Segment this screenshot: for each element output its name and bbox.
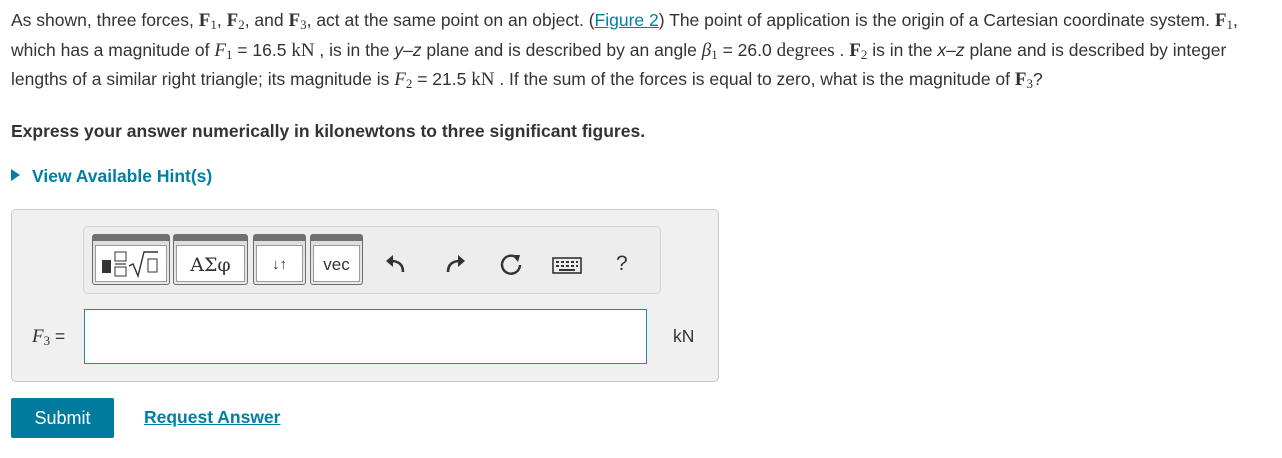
axis-letter: x bbox=[937, 39, 947, 60]
fraction-sqrt-icon bbox=[102, 251, 158, 279]
vector-button[interactable]: vec bbox=[310, 234, 363, 285]
problem-text: As shown, three forces, F1, F2, and F3, … bbox=[11, 8, 1273, 97]
unit-text: degrees bbox=[776, 39, 835, 61]
problem-text-segment: . If the sum of the forces is equal to z… bbox=[494, 69, 1015, 89]
problem-text-segment: , is in the bbox=[314, 39, 395, 60]
problem-text-segment: As shown, three forces, bbox=[11, 10, 199, 30]
force-symbol: F1 bbox=[198, 10, 217, 32]
problem-text-segment: = 21.5 bbox=[412, 69, 472, 89]
problem-text-segment: – bbox=[946, 39, 956, 60]
arrows-button[interactable]: ↓↑ bbox=[253, 234, 306, 285]
problem-text-segment: , act at the same point on an object. ( bbox=[306, 10, 595, 30]
help-button[interactable]: ? bbox=[616, 252, 628, 276]
redo-icon[interactable] bbox=[442, 252, 468, 278]
angle-symbol: β1 bbox=[701, 39, 718, 62]
request-answer-link[interactable]: Request Answer bbox=[144, 407, 280, 428]
undo-icon[interactable] bbox=[383, 252, 409, 278]
problem-text-segment: = 16.5 bbox=[232, 39, 292, 60]
hints-label: View Available Hint(s) bbox=[32, 166, 213, 186]
equals-sign: = bbox=[50, 326, 66, 346]
force-symbol: F3 bbox=[288, 10, 307, 32]
answer-label: F3 = bbox=[32, 326, 65, 349]
answer-input[interactable] bbox=[84, 309, 647, 364]
submit-button[interactable]: Submit bbox=[11, 398, 114, 438]
greek-symbols-button-face: ΑΣφ bbox=[176, 245, 245, 282]
problem-text-segment: , bbox=[216, 10, 227, 30]
templates-button[interactable] bbox=[92, 234, 170, 285]
problem-text-segment: ) The point of application is the origin… bbox=[658, 10, 1215, 30]
axis-letter: y bbox=[394, 39, 404, 60]
reset-icon[interactable] bbox=[498, 252, 524, 278]
force-symbol: F1 bbox=[1214, 10, 1233, 32]
magnitude-symbol: F2 bbox=[394, 69, 413, 91]
problem-text-segment: . bbox=[834, 39, 850, 60]
vector-label: vec bbox=[323, 255, 350, 274]
unit-text: kN bbox=[291, 39, 315, 61]
force-symbol: F2 bbox=[849, 39, 868, 62]
answer-symbol: F3 bbox=[32, 326, 51, 348]
arrows-label: ↓↑ bbox=[272, 256, 287, 273]
magnitude-symbol: F1 bbox=[214, 39, 233, 62]
arrows-button-face: ↓↑ bbox=[256, 245, 303, 282]
force-symbol: F2 bbox=[226, 10, 245, 32]
answer-unit: kN bbox=[673, 326, 695, 346]
keyboard-icon[interactable] bbox=[551, 252, 583, 278]
problem-text-segment: is in the bbox=[867, 39, 938, 60]
unit-text: kN bbox=[471, 69, 495, 90]
greek-symbols-button[interactable]: ΑΣφ bbox=[173, 234, 248, 285]
caret-right-icon bbox=[11, 169, 20, 181]
problem-text-segment: plane and is described by an angle bbox=[421, 39, 702, 60]
view-hints-toggle[interactable]: View Available Hint(s) bbox=[11, 166, 212, 187]
axis-letter: z bbox=[412, 39, 422, 60]
templates-button-face bbox=[95, 245, 167, 282]
problem-text-segment: = 26.0 bbox=[717, 39, 777, 60]
problem-text-segment: ? bbox=[1032, 69, 1043, 89]
figure-link[interactable]: Figure 2 bbox=[595, 10, 659, 30]
problem-text-segment: – bbox=[403, 39, 413, 60]
vector-button-face: vec bbox=[313, 245, 360, 282]
axis-letter: z bbox=[955, 39, 965, 60]
greek-symbols-label: ΑΣφ bbox=[190, 254, 231, 276]
answer-instruction: Express your answer numerically in kilon… bbox=[11, 121, 646, 141]
problem-text-segment: , and bbox=[244, 10, 289, 30]
force-symbol: F3 bbox=[1014, 69, 1033, 91]
